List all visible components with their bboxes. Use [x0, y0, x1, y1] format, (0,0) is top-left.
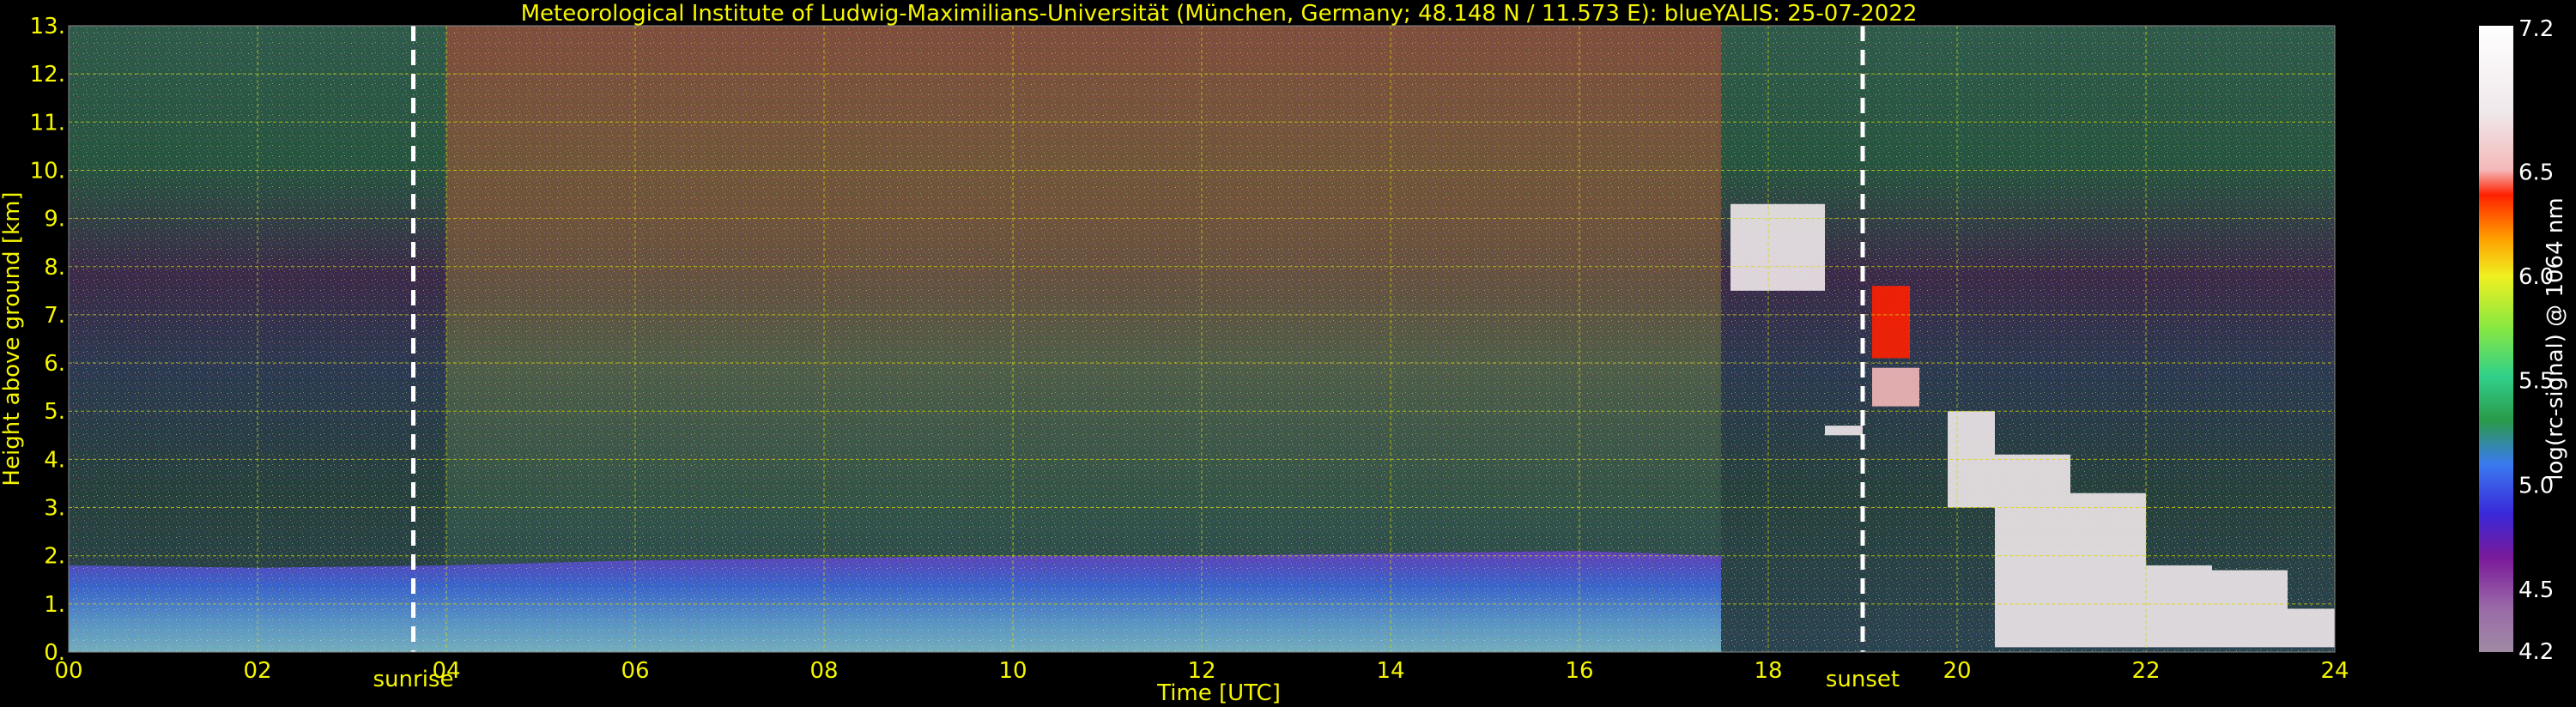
y-tick-label: 11.: [30, 110, 65, 136]
x-tick-label: 04: [432, 658, 460, 684]
cloud-segment: [2146, 565, 2212, 648]
plot-area: sunrise sunset: [68, 25, 2336, 692]
cloud-segment: [2212, 570, 2288, 648]
x-tick-label: 14: [1376, 658, 1404, 684]
x-tick-label: 08: [809, 658, 838, 684]
y-tick-label: 9.: [44, 207, 65, 233]
y-axis-label: Height above ground [km]: [0, 191, 25, 486]
y-tick-label: 10.: [30, 158, 65, 184]
y-tick-label: 12.: [30, 62, 65, 88]
x-axis-label: Time [UTC]: [1156, 680, 1281, 706]
sun-marker-label: sunset: [1826, 667, 1900, 692]
x-tick-label: 10: [998, 658, 1027, 684]
cloud-segment: [2288, 608, 2335, 648]
cloud-segment: [1872, 367, 1919, 407]
colorbar: 4.24.55.05.56.06.57.2 log(rc-signal) @ 1…: [2479, 16, 2568, 665]
y-tick-label: 13.: [30, 14, 65, 39]
cloud-segment: [1995, 454, 2070, 648]
colorbar-tick-label: 4.2: [2518, 639, 2554, 665]
colorbar-tick-label: 7.2: [2518, 16, 2554, 42]
y-tick-label: 0.: [44, 640, 65, 666]
x-tick-label: 16: [1565, 658, 1593, 684]
colorbar-tick-label: 6.5: [2518, 160, 2554, 185]
cloud-segment: [1825, 426, 1863, 436]
y-tick-label: 2.: [44, 544, 65, 570]
y-tick-label: 1.: [44, 592, 65, 618]
y-tick-label: 3.: [44, 496, 65, 522]
colorbar-tick-label: 4.5: [2518, 577, 2554, 603]
x-tick-label: 24: [2320, 658, 2349, 684]
colorbar-label: log(rc-signal) @ 1064 nm: [2543, 197, 2568, 480]
y-tick-label: 5.: [44, 399, 65, 425]
x-tick-label: 02: [243, 658, 271, 684]
x-tick-label: 20: [1943, 658, 1971, 684]
chart-title: Meteorological Institute of Ludwig-Maxim…: [521, 1, 1918, 27]
cloud-segment: [1730, 203, 1825, 291]
y-tick-label: 6.: [44, 351, 65, 377]
x-tick-label: 18: [1754, 658, 1782, 684]
lidar-chart: sunrise sunset 00 02 04 06 08 10 12 14 16 18 20 22 24…: [0, 1, 2568, 706]
colorbar-scale: [2479, 26, 2513, 652]
y-tick-label: 7.: [44, 303, 65, 329]
y-tick-label: 8.: [44, 255, 65, 281]
x-tick-label: 06: [621, 658, 649, 684]
y-tick-label: 4.: [44, 447, 65, 473]
cloud-segment: [1872, 286, 1910, 359]
cloud-segment: [2070, 492, 2146, 648]
x-tick-label: 22: [2131, 658, 2160, 684]
